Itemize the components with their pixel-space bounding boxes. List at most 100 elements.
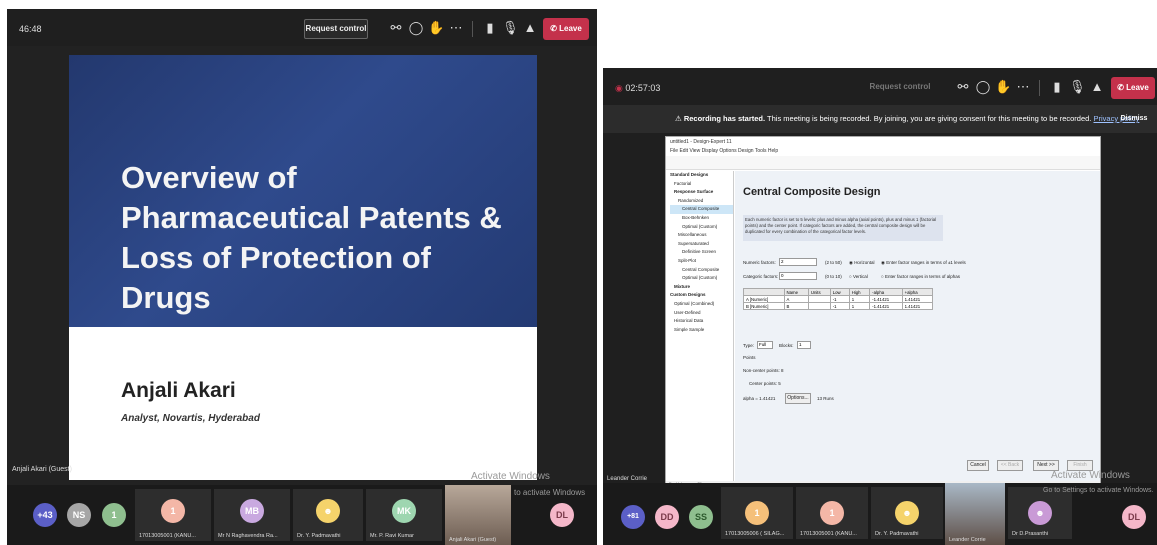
tree-item-selected[interactable]: Central Composite [670, 205, 733, 214]
chat-icon[interactable]: ◯ [975, 80, 991, 94]
people-icon[interactable]: ⚯ [388, 21, 404, 35]
tree-item[interactable]: Randomized [670, 197, 733, 206]
tree-item[interactable]: Simple Sample [670, 326, 733, 335]
factor-grid[interactable]: Name Units Low High -alpha +alpha A [Num… [743, 288, 934, 310]
mic-off-icon[interactable]: 🎙 [502, 21, 519, 35]
avatar[interactable]: NS [67, 503, 91, 527]
categoric-factors-input[interactable]: 0 [779, 272, 817, 280]
leave-button[interactable]: ✆ Leave [543, 18, 589, 40]
table-row[interactable]: A [Numeric] A -1 1 -1.41421 1.41421 [743, 295, 934, 303]
grid-cell[interactable]: -1 [829, 295, 850, 303]
tree-item[interactable]: Miscellaneous [670, 231, 733, 240]
participant-video[interactable]: Leander Corrie [945, 483, 1005, 545]
grid-cell[interactable]: 1.41421 [901, 302, 934, 310]
tree-item[interactable]: Historical Data [670, 317, 733, 326]
camera-off-icon[interactable]: ▮ [1049, 80, 1065, 94]
tree-item[interactable]: Definitive Screen [670, 248, 733, 257]
blocks-select[interactable]: 1 [797, 341, 811, 349]
avatar[interactable]: DD [655, 505, 679, 529]
points-label: Points [743, 355, 756, 360]
recording-message: ⚠ Recording has started. This meeting is… [675, 114, 1140, 123]
more-icon[interactable]: ⋯ [448, 21, 464, 35]
tree-item[interactable]: Box-Behnken [670, 214, 733, 223]
options-button[interactable]: Options... [785, 393, 811, 404]
request-control-button[interactable]: Request control [304, 19, 368, 39]
camera-off-icon[interactable]: ▮ [482, 21, 498, 35]
vertical-radio[interactable]: ○ Vertical [849, 274, 868, 279]
table-row[interactable]: B [Numeric] B -1 1 -1.41421 1.41421 [743, 302, 934, 310]
grid-cell[interactable]: B [Numeric] [743, 302, 785, 310]
avatar: 1 [745, 501, 769, 525]
tree-item[interactable]: Optimal (Custom) [670, 223, 733, 232]
grid-cell[interactable] [807, 295, 831, 303]
tree-item[interactable]: Optimal (Custom) [670, 274, 733, 283]
numeric-factors-input[interactable]: 2 [779, 258, 817, 266]
participant-tile[interactable]: ☻ Dr. Y. Padmavathi [293, 489, 363, 541]
request-control-button[interactable]: Request control [868, 78, 932, 98]
participant-tile[interactable]: 1 17013005006 ( SILAG... [721, 487, 793, 539]
app-toolbar[interactable] [666, 156, 1100, 170]
grid-cell[interactable]: 1 [848, 302, 871, 310]
participant-strip: +81 DD SS 1 17013005006 ( SILAG... 1 170… [603, 483, 1157, 545]
avatar[interactable]: 1 [102, 503, 126, 527]
tree-item[interactable]: Standard Designs [670, 171, 733, 180]
people-icon[interactable]: ⚯ [955, 80, 971, 94]
participant-tile[interactable]: ☻ Dr. Y. Padmavathi [871, 487, 943, 539]
mic-off-icon[interactable]: 🎙 [1069, 80, 1086, 94]
banner-bold: Recording has started. [683, 114, 766, 123]
grid-cell[interactable]: 1 [848, 295, 871, 303]
participant-tile[interactable]: 1 17013005001 (KANU... [135, 489, 211, 541]
tree-item[interactable]: Custom Designs [670, 291, 733, 300]
overflow-participants-avatar[interactable]: +81 [621, 505, 645, 529]
avatar[interactable]: DL [1122, 505, 1146, 529]
avatar[interactable]: DL [550, 503, 574, 527]
center-points: Center points: 5 [749, 381, 781, 386]
non-center-points: Non-center points: 8 [743, 368, 784, 373]
grid-cell[interactable] [807, 302, 831, 310]
app-menu-bar[interactable]: File Edit View Display Options Design To… [666, 147, 1100, 156]
raise-hand-icon[interactable]: ✋ [995, 80, 1011, 94]
grid-cell[interactable]: A [Numeric] [743, 295, 785, 303]
type-select[interactable]: Full [757, 341, 773, 349]
meeting-timer: 46:48 [19, 24, 42, 34]
range-levels-radio[interactable]: ◉ Enter factor ranges in terms of ±1 lev… [881, 260, 966, 266]
tree-item[interactable]: Factorial [670, 180, 733, 189]
grid-cell[interactable]: A [783, 295, 809, 303]
presenter-label: Anjali Akari (Guest) [12, 466, 72, 473]
back-button[interactable]: << Back [997, 460, 1023, 471]
dismiss-button[interactable]: Dismiss [1117, 111, 1151, 127]
cancel-button[interactable]: Cancel [967, 460, 989, 471]
participant-tile[interactable]: ☻ Dr D.Prasanthi [1008, 487, 1072, 539]
participant-tile[interactable]: 1 17013005001 (KANU... [796, 487, 868, 539]
horizontal-radio[interactable]: ◉ Horizontal [849, 260, 874, 266]
chat-icon[interactable]: ◯ [408, 21, 424, 35]
participant-tile[interactable]: MB Mr N Raghavendra Ra... [214, 489, 290, 541]
grid-cell[interactable]: 1.41421 [901, 295, 934, 303]
more-icon[interactable]: ⋯ [1015, 80, 1031, 94]
grid-cell[interactable]: -1.41421 [869, 295, 903, 303]
timer-value: 02:57:03 [625, 83, 661, 93]
participant-video[interactable]: Anjali Akari (Guest) [445, 485, 511, 545]
avatar[interactable]: SS [689, 505, 713, 529]
grid-cell[interactable]: -1 [829, 302, 850, 310]
tree-item[interactable]: Split-Plot [670, 257, 733, 266]
tree-item[interactable]: Response Surface [670, 188, 733, 197]
banner-text: This meeting is being recorded. By joini… [765, 114, 1092, 123]
range-levels-label: Enter factor ranges in terms of ±1 level… [886, 260, 966, 265]
participant-tile[interactable]: MK Mr. P. Ravi Kumar [366, 489, 442, 541]
share-icon[interactable]: ▲ [522, 21, 538, 35]
leave-button[interactable]: ✆ Leave [1111, 77, 1155, 99]
grid-cell[interactable]: B [783, 302, 809, 310]
tree-item[interactable]: Optimal (Combined) [670, 300, 733, 309]
tree-item[interactable]: Central Composite [670, 266, 733, 275]
raise-hand-icon[interactable]: ✋ [428, 21, 444, 35]
tree-item[interactable]: Mixture [670, 283, 733, 292]
tree-item[interactable]: Supersaturated [670, 240, 733, 249]
share-icon[interactable]: ▲ [1089, 80, 1105, 94]
tree-item[interactable]: User-Defined [670, 309, 733, 318]
grid-header: -alpha [869, 288, 903, 296]
range-alphas-radio[interactable]: ○ Enter factor ranges in terms of alphas [881, 274, 960, 279]
grid-cell[interactable]: -1.41421 [869, 302, 903, 310]
design-expert-window: untitled1 - Design-Expert 11 File Edit V… [665, 136, 1101, 487]
overflow-participants-avatar[interactable]: +43 [33, 503, 57, 527]
